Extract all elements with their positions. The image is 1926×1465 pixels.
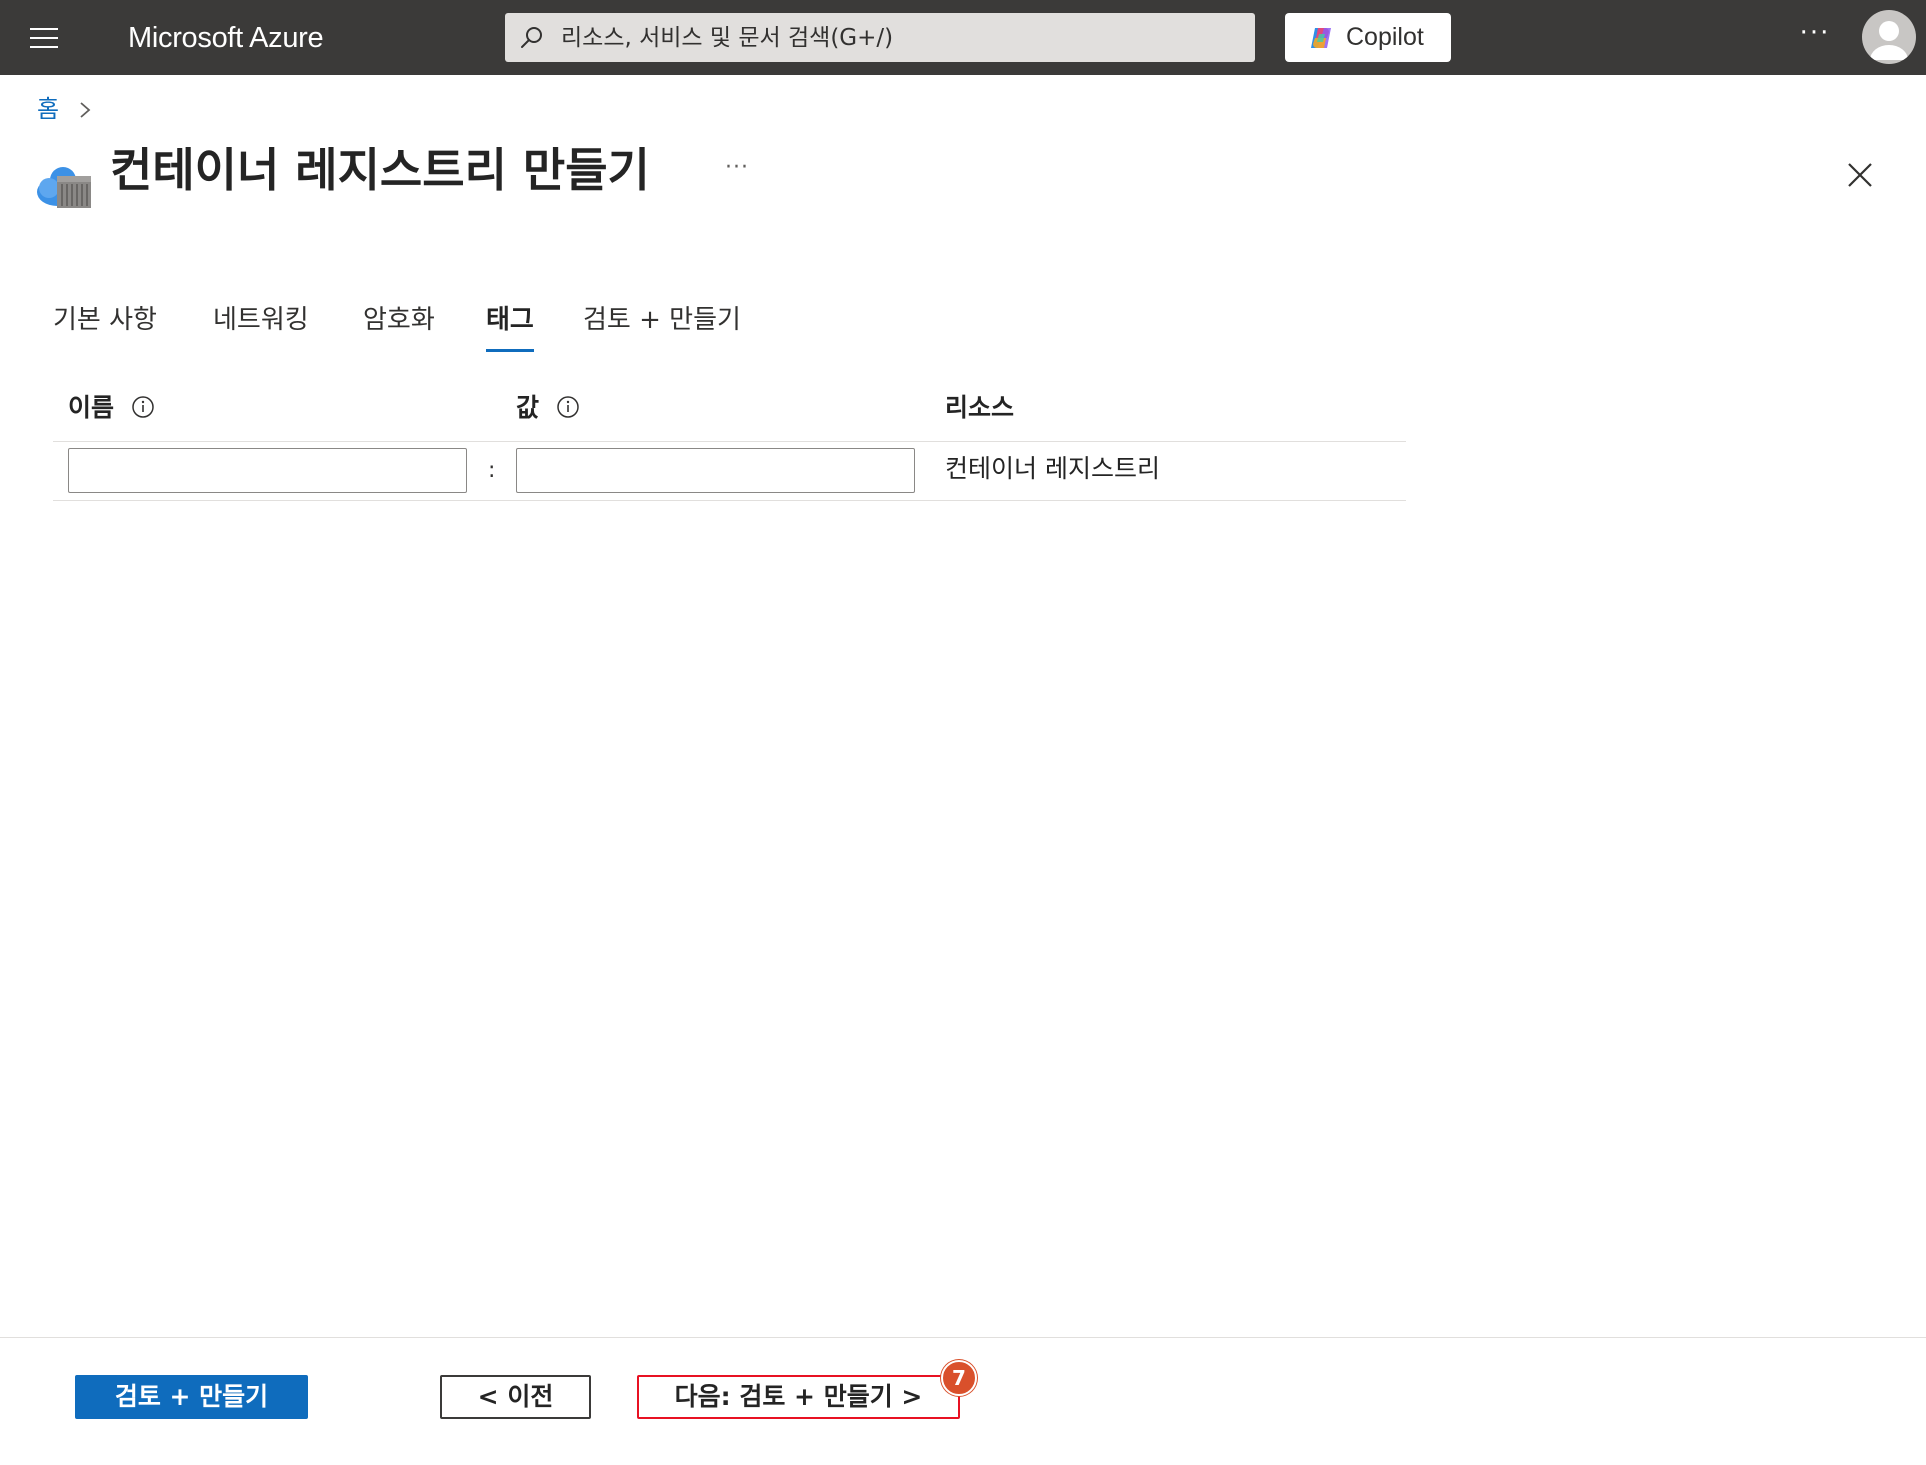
search-icon — [521, 27, 542, 48]
container-registry-icon — [37, 167, 91, 208]
next-review-create-button[interactable]: 다음: 검토 + 만들기 > — [637, 1375, 960, 1419]
top-bar: Microsoft Azure Copilot ··· — [0, 0, 1926, 75]
tag-value-input[interactable] — [516, 448, 915, 493]
previous-button[interactable]: < 이전 — [440, 1375, 591, 1419]
column-header-resource: 리소스 — [945, 393, 1015, 422]
grid-divider — [53, 500, 1406, 501]
tab-encryption[interactable]: 암호화 — [363, 300, 435, 356]
info-icon[interactable] — [556, 395, 580, 419]
info-icon[interactable] — [131, 395, 155, 419]
hamburger-menu-icon[interactable] — [30, 26, 60, 50]
breadcrumb: 홈 — [37, 92, 91, 126]
more-options-icon[interactable]: ··· — [1790, 16, 1840, 60]
copilot-icon — [1311, 28, 1331, 48]
tag-name-input[interactable] — [68, 448, 467, 493]
close-icon[interactable] — [1840, 155, 1880, 195]
name-value-separator: : — [488, 458, 496, 483]
copilot-button[interactable]: Copilot — [1285, 13, 1451, 62]
step-badge: 7 — [941, 1360, 977, 1396]
copilot-label: Copilot — [1346, 23, 1424, 51]
tab-tags[interactable]: 태그 — [486, 300, 534, 356]
page-title: 컨테이너 레지스트리 만들기 — [110, 143, 650, 197]
chevron-right-icon — [80, 102, 91, 118]
user-avatar[interactable] — [1862, 10, 1916, 64]
column-header-value: 값 — [516, 390, 580, 426]
grid-divider — [53, 441, 1406, 442]
column-header-name: 이름 — [68, 390, 155, 426]
column-header-name-label: 이름 — [68, 393, 115, 422]
review-create-button[interactable]: 검토 + 만들기 — [75, 1375, 308, 1419]
tab-basics[interactable]: 기본 사항 — [53, 300, 157, 356]
footer-divider — [0, 1337, 1926, 1338]
page-more-options-icon[interactable]: ··· — [725, 155, 757, 187]
search-input[interactable] — [561, 13, 1241, 62]
breadcrumb-home-link[interactable]: 홈 — [37, 95, 59, 123]
tab-review-create[interactable]: 검토 + 만들기 — [583, 300, 741, 356]
tag-resource-cell: 컨테이너 레지스트리 — [945, 454, 1160, 483]
portal-brand[interactable]: Microsoft Azure — [128, 18, 324, 58]
column-header-value-label: 값 — [516, 393, 540, 422]
tab-networking[interactable]: 네트워킹 — [213, 300, 309, 356]
user-icon — [1870, 21, 1908, 60]
global-search[interactable] — [505, 13, 1255, 62]
